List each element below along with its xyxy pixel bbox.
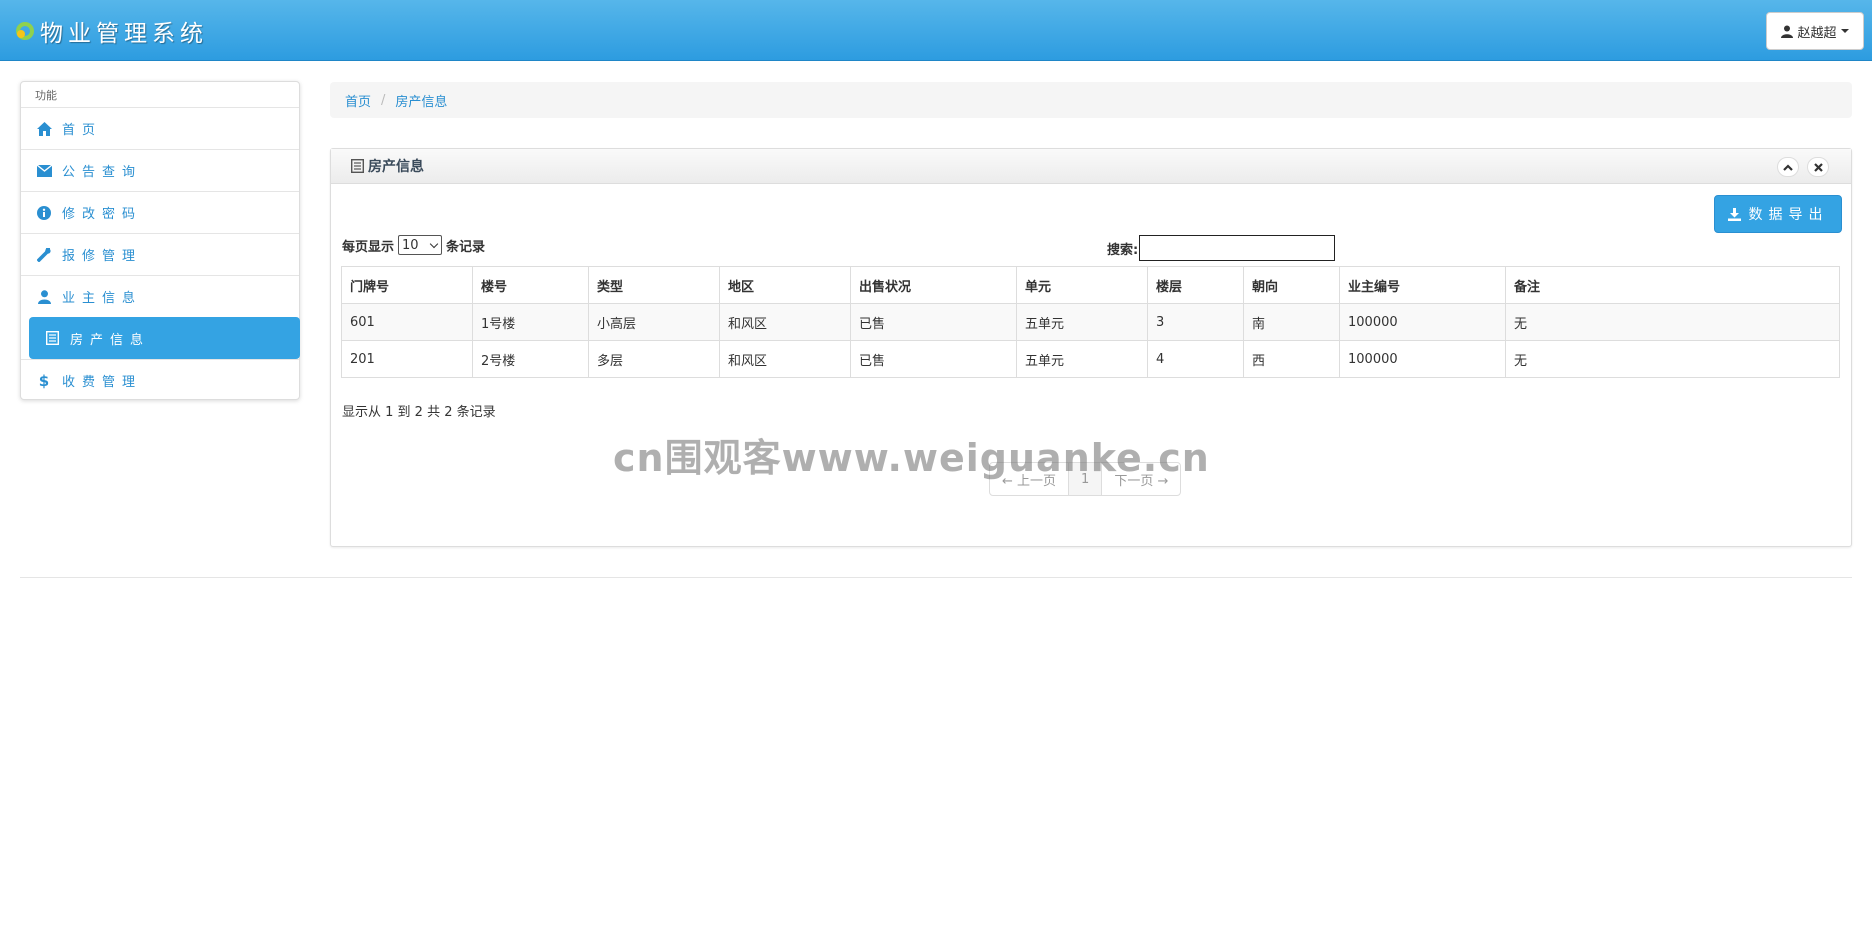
- table-cell: 2号楼: [472, 340, 589, 378]
- download-icon: [1727, 207, 1741, 221]
- table-cell: 601: [341, 303, 473, 341]
- table-cell: 和风区: [719, 303, 851, 341]
- list-icon: [44, 330, 60, 346]
- table-cell: 1号楼: [472, 303, 589, 341]
- sidebar-item-label: 首页: [62, 123, 103, 138]
- table-cell: 201: [341, 340, 473, 378]
- search-input[interactable]: [1139, 235, 1336, 261]
- table-cell: 无: [1505, 340, 1840, 378]
- length-prefix: 每页显示: [342, 239, 395, 255]
- table-cell: 小高层: [588, 303, 720, 341]
- breadcrumb-home-link[interactable]: 首页: [345, 91, 371, 110]
- chevron-down-icon: [429, 239, 439, 249]
- wrench-icon: [36, 247, 52, 263]
- close-panel-button[interactable]: [1807, 157, 1829, 177]
- sidebar-item-repairs[interactable]: 报修管理: [21, 233, 299, 275]
- length-suffix: 条记录: [446, 239, 486, 255]
- column-header[interactable]: 备注: [1505, 266, 1840, 304]
- close-icon: [1813, 162, 1823, 172]
- panel-title: 房产信息: [368, 159, 424, 175]
- sidebar-header: 功能: [35, 89, 57, 102]
- app-logo: 物业管理系统: [14, 14, 208, 48]
- envelope-icon: [36, 163, 52, 179]
- breadcrumb: 首页 / 房产信息: [330, 82, 1852, 118]
- column-header[interactable]: 门牌号: [341, 266, 473, 304]
- table-cell: 100000: [1339, 303, 1506, 341]
- sidebar-item-label: 业主信息: [62, 291, 143, 306]
- table-cell: 3: [1147, 303, 1244, 341]
- column-header[interactable]: 类型: [588, 266, 720, 304]
- export-label: 数据导出: [1748, 207, 1829, 223]
- footer-divider: [20, 577, 1852, 578]
- table-info-text: 显示从 1 到 2 共 2 条记录: [342, 405, 496, 420]
- sidebar-item-owners[interactable]: 业主信息: [21, 275, 299, 317]
- column-header[interactable]: 业主编号: [1339, 266, 1506, 304]
- page-length-control: 每页显示 10 条记录: [342, 235, 485, 255]
- export-data-button[interactable]: 数据导出: [1714, 195, 1842, 233]
- table-cell: 无: [1505, 303, 1840, 341]
- page-length-value: 10: [402, 237, 419, 253]
- search-control: 搜索:: [1107, 235, 1336, 261]
- sidebar: 功能 首页 公告查询 修改密码 报修管理 业主信息 房产信息 $ 收费管理: [20, 81, 300, 400]
- column-header[interactable]: 楼层: [1147, 266, 1244, 304]
- breadcrumb-current[interactable]: 房产信息: [395, 91, 447, 110]
- property-table: 门牌号 楼号 类型 地区 出售状况 单元 楼层 朝向 业主编号 备注 601 1…: [341, 266, 1840, 378]
- table-row: 601 1号楼 小高层 和风区 已售 五单元 3 南 100000 无: [341, 303, 1840, 341]
- breadcrumb-separator: /: [381, 92, 386, 108]
- user-menu-button[interactable]: 赵越超: [1766, 12, 1864, 50]
- list-icon: [351, 159, 364, 173]
- user-name: 赵越超: [1797, 25, 1837, 41]
- sidebar-item-home[interactable]: 首页: [21, 107, 299, 149]
- column-header[interactable]: 朝向: [1243, 266, 1340, 304]
- column-header[interactable]: 楼号: [472, 266, 589, 304]
- sidebar-item-label: 房产信息: [70, 332, 151, 348]
- table-cell: 多层: [588, 340, 720, 378]
- table-cell: 五单元: [1016, 340, 1148, 378]
- app-title: 物业管理系统: [40, 21, 208, 47]
- table-cell: 南: [1243, 303, 1340, 341]
- table-cell: 已售: [850, 303, 1017, 341]
- user-icon: [36, 289, 52, 305]
- sidebar-item-notices[interactable]: 公告查询: [21, 149, 299, 191]
- column-header[interactable]: 地区: [719, 266, 851, 304]
- info-icon: [36, 205, 52, 221]
- pagination: ← 上一页 1 下一页 →: [989, 462, 1182, 496]
- table-cell: 五单元: [1016, 303, 1148, 341]
- property-panel: 房产信息 数据导出 每页显示 10 条记录 搜索: 门牌号 楼号 类型 地区 出…: [330, 148, 1852, 547]
- sidebar-item-password[interactable]: 修改密码: [21, 191, 299, 233]
- next-page-button[interactable]: 下一页 →: [1102, 463, 1180, 495]
- logo-icon: [14, 20, 36, 42]
- table-cell: 西: [1243, 340, 1340, 378]
- panel-header: 房产信息: [331, 149, 1851, 184]
- sidebar-item-property[interactable]: 房产信息: [29, 317, 300, 359]
- table-cell: 和风区: [719, 340, 851, 378]
- sidebar-item-label: 报修管理: [62, 249, 143, 264]
- column-header[interactable]: 出售状况: [850, 266, 1017, 304]
- column-header[interactable]: 单元: [1016, 266, 1148, 304]
- table-cell: 4: [1147, 340, 1244, 378]
- dollar-icon: $: [38, 371, 50, 390]
- sidebar-item-label: 公告查询: [62, 165, 143, 180]
- page-1-button[interactable]: 1: [1069, 463, 1103, 495]
- table-cell: 已售: [850, 340, 1017, 378]
- chevron-up-icon: [1783, 163, 1793, 171]
- caret-down-icon: [1840, 29, 1849, 33]
- sidebar-item-label: 收费管理: [62, 375, 143, 390]
- table-cell: 100000: [1339, 340, 1506, 378]
- table-header-row: 门牌号 楼号 类型 地区 出售状况 单元 楼层 朝向 业主编号 备注: [341, 266, 1840, 304]
- sidebar-item-fees[interactable]: $ 收费管理: [21, 359, 299, 401]
- user-icon: [1781, 25, 1794, 38]
- home-icon: [36, 121, 52, 137]
- page-length-select[interactable]: 10: [398, 235, 443, 255]
- table-row: 201 2号楼 多层 和风区 已售 五单元 4 西 100000 无: [341, 340, 1840, 378]
- prev-page-button[interactable]: ← 上一页: [990, 463, 1070, 495]
- collapse-button[interactable]: [1777, 157, 1799, 177]
- search-label: 搜索:: [1107, 242, 1139, 258]
- top-header: 物业管理系统 赵越超: [0, 0, 1872, 61]
- sidebar-item-label: 修改密码: [62, 207, 143, 222]
